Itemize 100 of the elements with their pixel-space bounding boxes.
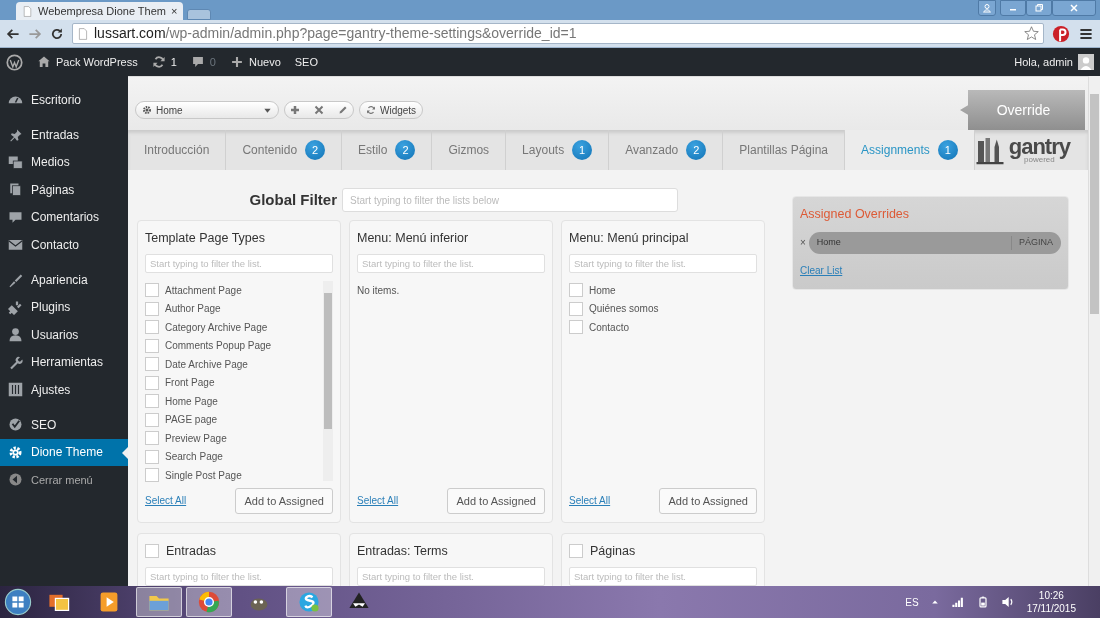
- sidebar-item[interactable]: Entradas: [0, 121, 128, 149]
- maximize-button[interactable]: [1026, 0, 1052, 16]
- checkbox[interactable]: [569, 301, 583, 316]
- close-icon[interactable]: [314, 105, 324, 115]
- checkbox[interactable]: [145, 431, 159, 446]
- tab[interactable]: Estilo 2: [342, 130, 433, 170]
- start-button[interactable]: [4, 588, 32, 616]
- checkbox[interactable]: [145, 301, 159, 316]
- toolbar-link[interactable]: 1: [151, 53, 177, 71]
- address-field[interactable]: lussart.com/wp-admin/admin.php?page=gantry-theme-settings&override_id=1: [72, 23, 1044, 44]
- battery-icon[interactable]: [976, 595, 989, 609]
- tab[interactable]: Assignments 1: [845, 130, 975, 170]
- logo-icon[interactable]: [6, 53, 23, 71]
- sidebar-item[interactable]: Páginas: [0, 176, 128, 204]
- item-label: Single Post Page: [165, 468, 242, 483]
- filter-field[interactable]: Start typing to filter the list.: [569, 254, 757, 273]
- sidebar-item[interactable]: Dione Theme: [0, 438, 128, 467]
- close-button[interactable]: [1052, 0, 1096, 16]
- speaker-icon[interactable]: [1000, 595, 1015, 609]
- forward-arrow-icon[interactable]: [28, 26, 42, 41]
- plus-icon[interactable]: [290, 105, 300, 115]
- checkbox[interactable]: [145, 357, 159, 372]
- page-icon: [77, 27, 89, 40]
- sidebar-item[interactable]: Ajustes: [0, 375, 128, 404]
- checkbox[interactable]: [145, 412, 159, 427]
- select-all-link[interactable]: Select All: [145, 493, 187, 509]
- toolbar-link[interactable]: Nuevo: [229, 53, 281, 71]
- count-badge: 2: [305, 140, 326, 160]
- checkbox[interactable]: [145, 338, 159, 353]
- scrollbar[interactable]: [323, 281, 333, 481]
- remove-button[interactable]: ×: [800, 235, 806, 251]
- filter-field[interactable]: Start typing to filter the list.: [145, 567, 333, 586]
- sidebar-item[interactable]: Cerrar menú: [0, 466, 128, 494]
- tab[interactable]: Introducción: [128, 130, 227, 170]
- buildings-icon: [974, 135, 1005, 165]
- tab[interactable]: Layouts 1: [506, 130, 610, 170]
- checkbox[interactable]: [569, 544, 583, 558]
- checkbox[interactable]: [145, 449, 159, 464]
- checkbox[interactable]: [145, 394, 159, 409]
- signal-icon[interactable]: [950, 595, 965, 609]
- filter-field[interactable]: Start typing to filter the list.: [357, 567, 545, 586]
- star-icon[interactable]: [1024, 26, 1039, 41]
- select-all-link[interactable]: Select All: [569, 493, 611, 509]
- checkbox[interactable]: [145, 283, 159, 298]
- logo-text: gantry: [1008, 136, 1070, 158]
- toolbar-link[interactable]: SEO: [294, 53, 318, 71]
- item-label: Home Page: [165, 394, 218, 409]
- dropdown[interactable]: Home: [135, 101, 279, 119]
- sidebar-item[interactable]: Plugins: [0, 293, 128, 322]
- checkbox[interactable]: [145, 544, 159, 558]
- sidebar-item[interactable]: Herramientas: [0, 348, 128, 376]
- account-menu[interactable]: Hola, admin: [1014, 53, 1094, 71]
- tab[interactable]: Contenido 2: [226, 130, 343, 170]
- sidebar-item[interactable]: Medios: [0, 148, 128, 177]
- add-button[interactable]: Add to Assigned: [235, 487, 333, 514]
- filter-field[interactable]: Start typing to filter the list.: [569, 567, 757, 586]
- close-button[interactable]: ×: [171, 2, 178, 20]
- reload-icon[interactable]: [50, 26, 64, 41]
- language-indicator[interactable]: ES: [905, 594, 919, 610]
- settings-icon: [142, 105, 152, 115]
- filter-field[interactable]: Start typing to filter the list.: [145, 254, 333, 273]
- pin-icon: [8, 127, 23, 143]
- page-scrollbar[interactable]: [1088, 76, 1100, 586]
- sidebar-item[interactable]: Escritorio: [0, 86, 128, 114]
- add-button[interactable]: Add to Assigned: [659, 487, 757, 514]
- widgets-button[interactable]: Widgets: [359, 101, 424, 119]
- tab[interactable]: Gizmos: [432, 130, 507, 170]
- checkbox[interactable]: [145, 468, 159, 483]
- toolbar-link[interactable]: Pack WordPress: [37, 53, 138, 71]
- sidebar-item[interactable]: SEO: [0, 411, 128, 439]
- settings-icon: [8, 444, 23, 460]
- browser-tab[interactable]: Webempresa Dione Them ×: [16, 2, 184, 20]
- sidebar-item[interactable]: Apariencia: [0, 266, 128, 294]
- round-logo-icon[interactable]: [1052, 24, 1070, 43]
- checkbox[interactable]: [145, 375, 159, 390]
- url-text: lussart.com/wp-admin/admin.php?page=gantry-theme-settings&override_id=1: [94, 24, 577, 43]
- tab[interactable]: Avanzado 2: [609, 130, 724, 170]
- caret-icon[interactable]: [930, 598, 939, 606]
- sidebar-item[interactable]: Contacto: [0, 230, 128, 259]
- item-label: Date Archive Page: [165, 357, 248, 372]
- new-tab-button[interactable]: [187, 9, 212, 20]
- count-badge: 2: [686, 140, 707, 160]
- clock[interactable]: 10:26 17/11/2015: [1026, 588, 1076, 616]
- select-all-link[interactable]: Select All: [357, 493, 399, 509]
- sidebar-item[interactable]: Comentarios: [0, 203, 128, 231]
- checkbox[interactable]: [145, 320, 159, 335]
- checkbox[interactable]: [569, 283, 583, 298]
- maximize-icon: [1034, 3, 1044, 13]
- tab-title: Webempresa Dione Them: [38, 3, 166, 19]
- item-label: Home: [589, 283, 616, 298]
- pencil-icon[interactable]: [338, 105, 348, 115]
- sidebar-item[interactable]: Usuarios: [0, 321, 128, 349]
- profile-button[interactable]: [978, 0, 996, 16]
- add-button[interactable]: Add to Assigned: [447, 487, 545, 514]
- speech-bubble-icon: [190, 55, 205, 69]
- back-arrow-icon[interactable]: [6, 26, 20, 41]
- search-field[interactable]: Start typing to filter the lists below: [342, 188, 678, 212]
- checkbox[interactable]: [569, 320, 583, 335]
- minimize-button[interactable]: [1000, 0, 1026, 16]
- filter-field[interactable]: Start typing to filter the list.: [357, 254, 545, 273]
